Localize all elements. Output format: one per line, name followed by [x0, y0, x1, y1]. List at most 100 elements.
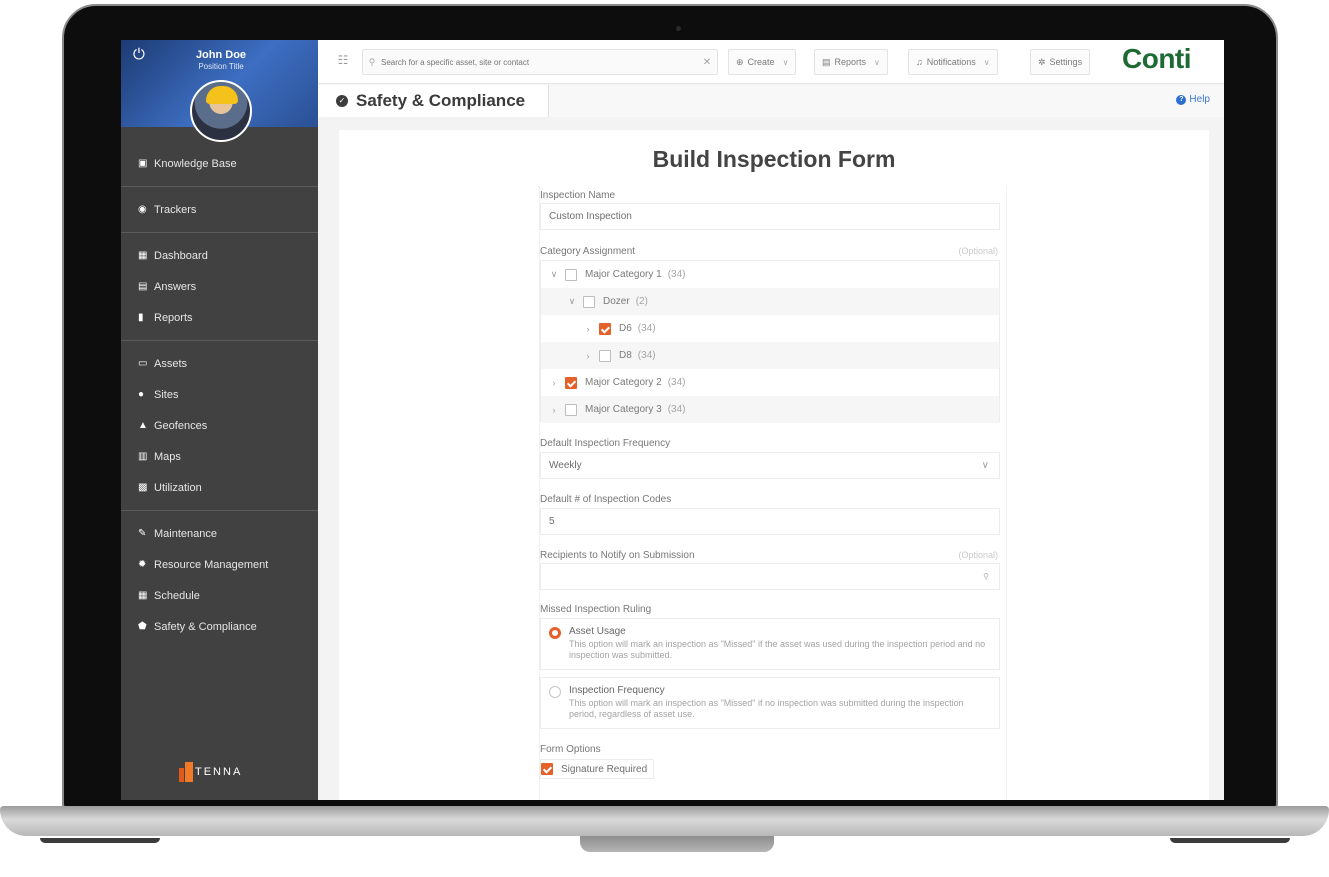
tree-row[interactable]: › D6 (34) [541, 315, 999, 342]
sidebar-item-geofences[interactable]: ▲ Geofences [121, 410, 318, 441]
chevron-down-icon: ∨ [981, 460, 989, 471]
hard-hat-icon [206, 86, 238, 104]
user-position-title: Position Title [198, 62, 244, 71]
divider [121, 340, 318, 341]
sidebar-item-label: Maps [154, 450, 181, 463]
content-card: Build Inspection Form Inspection Name Cu… [339, 130, 1209, 800]
sidebar-item-label: Schedule [154, 589, 200, 602]
title-bar: ✓ Safety & Compliance ? Help [318, 85, 1224, 117]
checkbox[interactable] [565, 403, 577, 416]
tree-row[interactable]: › Major Category 3 (34) [541, 396, 999, 423]
filter-icon[interactable]: ☷ [332, 53, 354, 71]
search-box: ⚲ ✕ [362, 49, 718, 75]
sidebar-item-maps[interactable]: ▥ Maps [121, 441, 318, 472]
inspection-name-input[interactable]: Custom Inspection [540, 203, 1000, 230]
sidebar-item-label: Maintenance [154, 527, 217, 540]
radio-selected[interactable] [549, 627, 561, 639]
sidebar-item-trackers[interactable]: ◉ Trackers [121, 194, 318, 225]
radio[interactable] [549, 686, 561, 698]
sidebar: ⏻ John Doe Position Title ▣ Knowledge Bas… [121, 40, 318, 800]
tree-row[interactable]: › Major Category 2 (34) [541, 369, 999, 396]
sidebar-item-label: Safety & Compliance [154, 620, 257, 633]
chevron-down-icon: ∨ [782, 57, 789, 67]
laptop-base [0, 806, 1329, 836]
sidebar-item-dashboard[interactable]: ▦ Dashboard [121, 240, 318, 271]
sidebar-item-label: Sites [154, 388, 179, 401]
tenna-mark-icon [179, 762, 193, 782]
chevron-right-icon[interactable]: › [547, 405, 561, 415]
create-button[interactable]: ⊕ Create ∨ [728, 49, 797, 75]
close-icon[interactable]: ✕ [697, 57, 717, 68]
sidebar-item-schedule[interactable]: ▦ Schedule [121, 580, 318, 611]
sidebar-nav: ▣ Knowledge Base ◉ Trackers ▦ Dashboard ▤ An… [121, 148, 318, 642]
search-icon: ⚲ [368, 56, 376, 67]
report-icon: ▮ [138, 312, 144, 323]
ruling-option-asset-usage[interactable]: Asset Usage This option will mark an ins… [540, 618, 1000, 670]
checkbox-checked[interactable] [565, 376, 577, 389]
sidebar-item-label: Utilization [154, 481, 202, 494]
sidebar-item-assets[interactable]: ▭ Assets [121, 348, 318, 379]
plus-circle-icon: ⊕ [736, 56, 744, 67]
missed-ruling-label: Missed Inspection Ruling [540, 604, 652, 615]
optional-label: (Optional) [958, 246, 998, 256]
map-icon: ▥ [138, 451, 148, 462]
search-input[interactable] [381, 57, 697, 67]
sidebar-item-utilization[interactable]: ▩ Utilization [121, 472, 318, 503]
tree-row[interactable]: ∨ Major Category 1 (34) [541, 261, 999, 288]
page-title: Safety & Compliance [356, 91, 526, 110]
tree-row[interactable]: › D8 (34) [541, 342, 999, 369]
chevron-right-icon[interactable]: › [581, 351, 595, 361]
conti-logo: Conti [1122, 43, 1192, 74]
sidebar-item-knowledge-base[interactable]: ▣ Knowledge Base [121, 148, 318, 179]
reports-button[interactable]: ▤ Reports ∨ [814, 49, 888, 75]
inspection-form: Inspection Name Custom Inspection Catego… [539, 186, 1007, 800]
chevron-down-icon: ∨ [874, 57, 880, 67]
sidebar-item-label: Reports [154, 311, 193, 324]
sidebar-item-label: Answers [154, 280, 197, 293]
settings-button[interactable]: ✲ Settings [1030, 49, 1091, 75]
shield-icon: ✓ [336, 95, 348, 107]
sidebar-item-safety-compliance[interactable]: ⬟ Safety & Compliance [121, 611, 318, 642]
sidebar-item-label: Knowledge Base [154, 157, 237, 170]
trackpad-notch [580, 836, 774, 852]
help-link[interactable]: ? Help [1176, 94, 1210, 105]
frequency-select[interactable]: Weekly ∨ [540, 452, 1000, 479]
category-assignment-label: Category Assignment [540, 246, 636, 257]
checkbox-checked[interactable] [541, 763, 553, 775]
inspection-codes-input[interactable]: 5 [540, 508, 1000, 535]
form-title: Build Inspection Form [652, 146, 896, 172]
chevron-down-icon[interactable]: ∨ [547, 269, 561, 280]
shield-icon: ⬟ [138, 621, 147, 632]
divider [121, 510, 318, 511]
sidebar-item-reports[interactable]: ▮ Reports [121, 302, 318, 333]
checkbox[interactable] [565, 268, 577, 281]
sidebar-item-maintenance[interactable]: ✎ Maintenance [121, 518, 318, 549]
chevron-down-icon[interactable]: ∨ [565, 296, 579, 307]
help-icon: ? [1176, 94, 1187, 105]
notifications-button[interactable]: ♫ Notifications ∨ [908, 49, 998, 75]
chat-icon: ▤ [138, 281, 148, 292]
sidebar-item-resource-management[interactable]: ✹ Resource Management [121, 549, 318, 580]
top-bar: ☷ ⚲ ✕ ⊕Create∨ ▤Reports∨ ♫Notifications∨… [318, 40, 1224, 84]
checkbox[interactable] [599, 349, 611, 362]
checkbox-checked[interactable] [599, 322, 611, 335]
sidebar-item-answers[interactable]: ▤ Answers [121, 271, 318, 302]
chevron-right-icon[interactable]: › [547, 378, 561, 388]
sidebar-item-label: Resource Management [154, 558, 269, 571]
avatar[interactable] [190, 80, 252, 142]
checkbox[interactable] [583, 295, 595, 308]
form-options-label: Form Options [540, 744, 601, 755]
power-icon[interactable]: ⏻ [133, 46, 145, 63]
optional-label: (Optional) [958, 550, 998, 560]
recipients-input[interactable]: ⚲ [540, 563, 1000, 590]
signature-required-option[interactable]: Signature Required [540, 759, 655, 779]
tree-row[interactable]: ∨ Dozer (2) [541, 288, 999, 315]
ruling-option-inspection-frequency[interactable]: Inspection Frequency This option will ma… [540, 677, 1000, 729]
sidebar-item-sites[interactable]: ● Sites [121, 379, 318, 410]
chevron-right-icon[interactable]: › [581, 324, 595, 334]
laptop-foot [1170, 838, 1290, 843]
user-name: John Doe [195, 49, 247, 61]
inspection-name-label: Inspection Name [540, 190, 616, 201]
gear-icon: ✹ [138, 559, 147, 570]
sidebar-item-label: Dashboard [154, 249, 208, 262]
